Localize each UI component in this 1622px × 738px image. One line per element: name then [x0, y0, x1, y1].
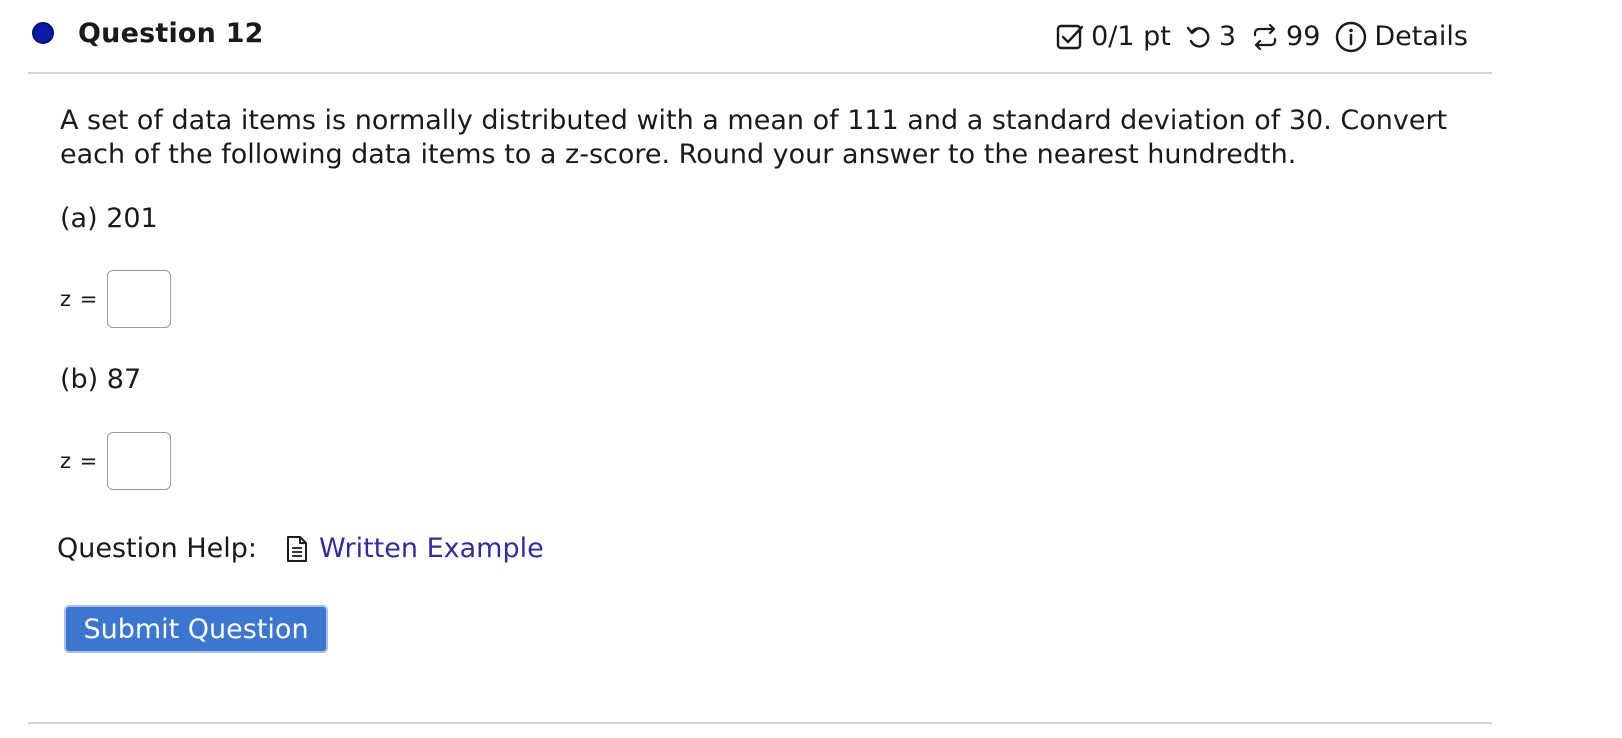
retries-group: 3: [1185, 20, 1236, 54]
part-b-answer-input[interactable]: [107, 432, 172, 490]
written-example-text: Written Example: [319, 533, 544, 564]
status-dot-icon: [32, 22, 54, 44]
question-title: Question 12: [78, 18, 264, 49]
details-label: Details: [1374, 21, 1468, 52]
part-b-label: (b) 87: [60, 364, 142, 395]
score-group: 0/1 pt: [1055, 20, 1171, 54]
details-button[interactable]: Details: [1334, 20, 1468, 54]
question-header: Question 12 0/1 pt 3 99 Details: [28, 0, 1492, 74]
part-a-z-label: z =: [60, 287, 99, 311]
checkbox-check-icon: [1056, 24, 1084, 50]
info-icon: [1336, 21, 1367, 53]
score-text: 0/1 pt: [1091, 21, 1171, 52]
question-help-label: Question Help:: [57, 533, 257, 564]
part-b-z-label: z =: [60, 449, 99, 473]
undo-icon: [1186, 26, 1210, 48]
question-page: Question 12 0/1 pt 3 99 Details A set of…: [0, 0, 1622, 738]
question-meta: 0/1 pt 3 99 Details: [1055, 18, 1468, 56]
part-a-answer-row: z =: [60, 270, 172, 328]
footer-divider: [28, 722, 1492, 724]
question-help: Question Help: Written Example: [57, 532, 544, 566]
repeat-icon: [1253, 23, 1277, 51]
part-b-answer-row: z =: [60, 432, 172, 490]
part-a-label: (a) 201: [60, 203, 158, 234]
written-example-link[interactable]: Written Example: [285, 532, 544, 566]
retries-count: 3: [1218, 21, 1237, 52]
document-icon: [287, 536, 307, 562]
submissions-group: 99: [1250, 20, 1320, 54]
part-a-answer-input[interactable]: [107, 270, 172, 328]
submissions-count: 99: [1286, 21, 1321, 52]
submit-question-button[interactable]: Submit Question: [64, 605, 328, 653]
question-text: A set of data items is normally distribu…: [60, 105, 1448, 170]
